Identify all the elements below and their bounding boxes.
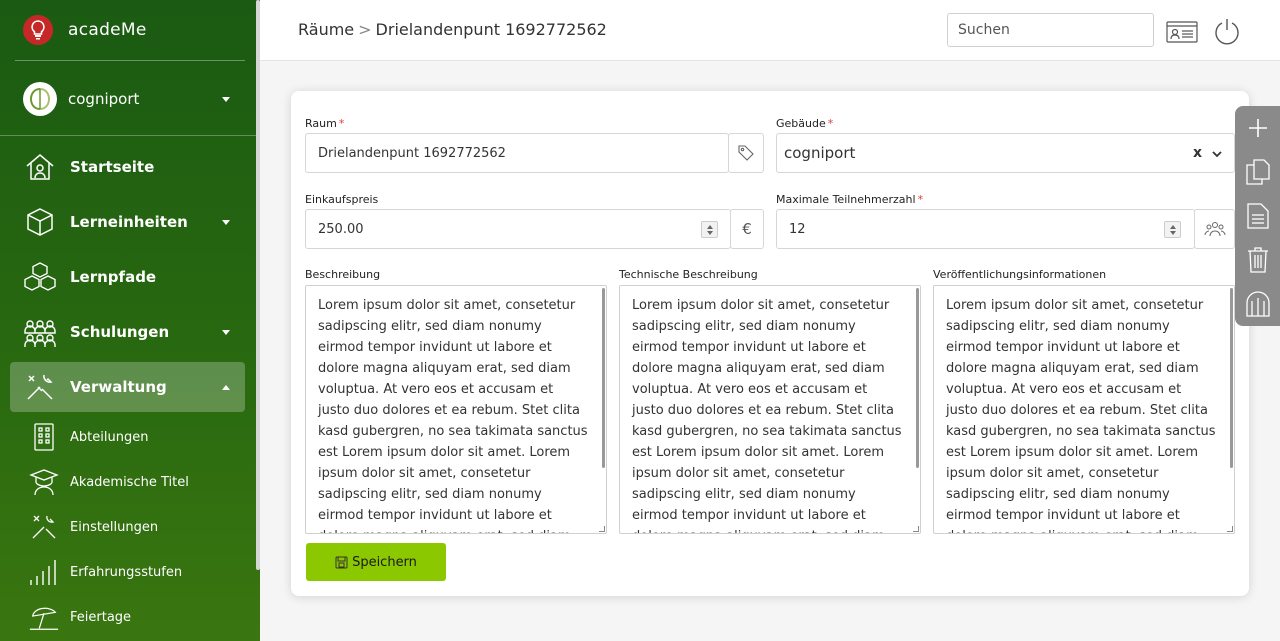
beschreibung-textarea[interactable]: Lorem ipsum dolor sit amet, consetetur s… [305, 285, 607, 534]
archive-icon[interactable] [1243, 289, 1273, 319]
power-icon[interactable] [1210, 14, 1244, 48]
box-icon [22, 204, 58, 240]
gebaeude-select[interactable]: cogniport x [776, 133, 1235, 173]
subnav-label: Feiertage [70, 609, 132, 625]
trash-icon[interactable] [1243, 245, 1273, 275]
sidebar: acadeMe cogniport Startseite Lerneinheit… [0, 0, 260, 641]
building-icon [28, 421, 60, 453]
cubes-icon [22, 259, 58, 295]
nav-item-verwaltung[interactable]: Verwaltung [10, 362, 245, 412]
save-button[interactable]: Speichern [306, 543, 446, 581]
scrollbar[interactable] [1230, 288, 1233, 468]
technisch-text: Lorem ipsum dolor sit amet, consetetur s… [632, 298, 902, 533]
subnav-item-abteilungen[interactable]: Abteilungen [28, 417, 248, 457]
org-switcher[interactable]: cogniport [15, 62, 245, 135]
app-logo-icon [23, 15, 53, 45]
action-toolbar [1235, 106, 1280, 326]
topbar: Räume > Drielandenpunt 1692772562 [260, 0, 1280, 61]
subnav-item-akademische-titel[interactable]: Akademische Titel [28, 462, 248, 502]
breadcrumb: Räume > Drielandenpunt 1692772562 [298, 20, 607, 39]
technisch-label: Technische Beschreibung [619, 268, 758, 281]
einkaufspreis-label: Einkaufspreis [305, 193, 379, 206]
clear-selection-button[interactable]: x [1193, 145, 1202, 161]
nav-label: Lerneinheiten [70, 213, 188, 231]
tag-icon[interactable] [728, 133, 764, 173]
veroeffentlichung-text: Lorem ipsum dolor sit amet, consetetur s… [946, 298, 1216, 533]
group-icon [1194, 209, 1235, 249]
bars-icon [28, 556, 60, 588]
wrench-icon [28, 511, 60, 543]
umbrella-icon [28, 601, 60, 633]
raum-input[interactable]: Drielandenpunt 1692772562 [305, 133, 729, 173]
number-stepper[interactable] [1164, 221, 1181, 238]
raum-label: Raum * [305, 117, 345, 130]
breadcrumb-separator: > [358, 20, 372, 39]
chevron-up-icon [222, 385, 230, 390]
copy-icon[interactable] [1243, 157, 1273, 187]
app-name: acadeMe [68, 20, 147, 40]
document-icon[interactable] [1243, 201, 1273, 231]
plus-icon[interactable] [1243, 113, 1273, 143]
technisch-textarea[interactable]: Lorem ipsum dolor sit amet, consetetur s… [619, 285, 921, 534]
veroeffentlichung-textarea[interactable]: Lorem ipsum dolor sit amet, consetetur s… [933, 285, 1235, 534]
beschreibung-label: Beschreibung [305, 268, 381, 281]
subnav-item-einstellungen[interactable]: Einstellungen [28, 507, 248, 547]
nav-label: Lernpfade [70, 268, 157, 286]
required-mark: * [917, 193, 924, 206]
subnav-item-feiertage[interactable]: Feiertage [28, 597, 248, 637]
required-mark: * [338, 117, 345, 130]
nav-item-startseite[interactable]: Startseite [10, 142, 245, 192]
euro-icon: € [730, 209, 764, 249]
id-card-icon[interactable] [1165, 14, 1199, 48]
veroeffentlichung-label: Veröffentlichungsinformationen [933, 268, 1107, 281]
org-name: cogniport [68, 89, 140, 108]
chevron-down-icon [222, 220, 230, 225]
search-input[interactable] [947, 13, 1154, 47]
einkaufspreis-input[interactable]: 250.00 [305, 209, 731, 249]
nav-item-schulungen[interactable]: Schulungen [10, 307, 245, 357]
save-label: Speichern [352, 554, 417, 570]
subnav-label: Abteilungen [70, 429, 149, 445]
resize-handle[interactable] [1227, 526, 1233, 532]
brand[interactable]: acadeMe [15, 0, 245, 61]
subnav-item-erfahrungsstufen[interactable]: Erfahrungsstufen [28, 552, 248, 592]
nav-item-lernpfade[interactable]: Lernpfade [10, 252, 245, 302]
nav-label: Startseite [70, 158, 155, 176]
tools-icon [22, 369, 58, 405]
teilnehmer-input[interactable]: 12 [776, 209, 1195, 249]
nav-label: Schulungen [70, 323, 170, 341]
breadcrumb-current: Drielandenpunt 1692772562 [375, 20, 607, 39]
scrollbar[interactable] [602, 288, 605, 468]
breadcrumb-parent[interactable]: Räume [298, 20, 354, 39]
chevron-down-icon [222, 330, 230, 335]
gebaeude-label: Gebäude * [776, 117, 834, 130]
chevron-down-icon[interactable] [1211, 146, 1223, 164]
subnav-label: Erfahrungsstufen [70, 564, 183, 580]
org-avatar [23, 81, 57, 116]
home-icon [22, 149, 58, 185]
people-icon [22, 314, 58, 350]
scrollbar[interactable] [916, 288, 919, 468]
resize-handle[interactable] [913, 526, 919, 532]
beschreibung-text: Lorem ipsum dolor sit amet, consetetur s… [318, 298, 588, 533]
room-form-card: Raum * Drielandenpunt 1692772562 Gebäude *… [291, 91, 1249, 596]
chevron-down-icon [222, 97, 230, 102]
graduation-cap-icon [28, 466, 60, 498]
subnav-label: Akademische Titel [70, 474, 189, 490]
sidebar-scrollbar[interactable] [256, 0, 260, 570]
save-icon [335, 556, 348, 568]
teilnehmer-label: Maximale Teilnehmerzahl * [776, 193, 924, 206]
number-stepper[interactable] [701, 221, 718, 238]
resize-handle[interactable] [599, 526, 605, 532]
nav-item-lerneinheiten[interactable]: Lerneinheiten [10, 197, 245, 247]
nav-label: Verwaltung [70, 378, 167, 396]
subnav-label: Einstellungen [70, 519, 159, 535]
required-mark: * [827, 117, 834, 130]
divider [0, 135, 260, 136]
